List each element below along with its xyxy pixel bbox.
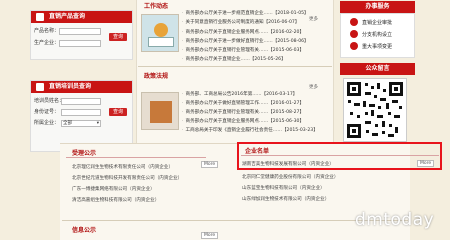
policy-item[interactable]: 商务部办公厅关于直销企业服务网点……【2015-06-30】 (182, 118, 304, 124)
approval-icon (350, 18, 358, 26)
company-underline (241, 155, 439, 156)
news-section-title: 工作动态 (144, 3, 169, 10)
policy-section-title: 政策法规 (144, 73, 169, 80)
change-icon (350, 42, 358, 50)
product-query-header: 直销产品查询 (31, 11, 132, 23)
service-header: 办事服务 (340, 1, 415, 13)
trainer-label: 培训员姓名： (34, 98, 65, 104)
info-more-button[interactable]: More (201, 232, 219, 239)
product-name-input[interactable] (59, 28, 101, 35)
left-sidebar: 直销产品查询 产品名称： 生产企业： 查询 直销培训员查询 培训员姓名： 身份证… (0, 0, 135, 152)
person-icon (36, 83, 44, 91)
policy-item[interactable]: 商务部、工商总局公告2016年第……【2016-03-17】 (182, 91, 297, 97)
company-label: 所属企业： (34, 120, 60, 126)
company-item[interactable]: 湖南吉美生物科技发展有限公司（内资企业） (242, 161, 334, 167)
policy-item[interactable]: 工商总局关于印发《直销企业履行社会责任……【2015-03-23】 (182, 127, 317, 133)
news-item[interactable]: 商务部办公厅关于直销行业管理有关……【2015-06-03】 (182, 47, 304, 53)
staff-query-title: 直销培训员查询 (49, 83, 92, 90)
company-select[interactable]: 全部 ▾ (61, 120, 101, 127)
books-icon (150, 101, 172, 123)
staff-query-header: 直销培训员查询 (31, 81, 132, 93)
accept-item[interactable]: 清洁高嘉组生物科技有限公司（内资企业） (72, 197, 159, 203)
service-item-approval[interactable]: 直销企业审批 (362, 19, 392, 26)
product-query-button[interactable]: 查询 (109, 33, 127, 41)
manufacturer-label: 生产企业： (34, 40, 60, 46)
news-item[interactable]: 关于同意直销行业服务公司制度的通知【2016-06-07】 (182, 19, 299, 25)
news-item[interactable]: 商务部办公厅关于直销企业服务网点……【2016-02-20】 (182, 29, 304, 35)
watermark: dmtoday (355, 210, 435, 230)
center-divider (138, 66, 332, 67)
policy-item[interactable]: 商务部办公厅关于做好直销管理工作……【2016-01-27】 (182, 100, 304, 106)
board-icon (148, 37, 174, 47)
company-item[interactable]: 山东绿加润生物技术有限公司（内资企业） (242, 196, 329, 202)
accept-item[interactable]: 北京世纪元道生物科技开发有限责任公司（内资企业） (72, 175, 182, 181)
chevron-down-icon: ▾ (96, 121, 99, 126)
accept-more-button[interactable]: More (201, 161, 219, 168)
id-input[interactable] (61, 109, 101, 116)
staff-query-button[interactable]: 查询 (109, 108, 127, 116)
product-name-label: 产品名称： (34, 28, 60, 34)
search-icon (36, 13, 44, 21)
service-item-branch[interactable]: 分支机构设立 (362, 31, 392, 38)
manufacturer-input[interactable] (59, 40, 101, 47)
news-item[interactable]: 商务部办公厅关于直销企业……【2015-05-26】 (182, 56, 285, 62)
accept-item[interactable]: 北京理亿润生生物技术有限责任公司（内资企业） (72, 164, 173, 170)
presenter-icon (154, 23, 168, 37)
news-thumbnail[interactable] (141, 14, 179, 52)
trainer-input[interactable] (61, 98, 101, 105)
news-item[interactable]: 商务部办公厅关于进一步做好直销行业……【2015-08-06】 (182, 38, 308, 44)
product-query-title: 直销产品查询 (49, 13, 86, 20)
branch-icon (350, 30, 358, 38)
product-query-panel: 直销产品查询 产品名称： 生产企业： 查询 (30, 10, 133, 60)
company-select-value: 全部 (63, 121, 72, 126)
info-section-title: 信息公示 (72, 227, 97, 234)
company-more-button[interactable]: More (417, 160, 435, 167)
policy-more-link[interactable]: 更多 (309, 84, 318, 90)
company-item[interactable]: 北京同仁堂健康药业股份有限公司（内资企业） (242, 174, 338, 180)
company-item[interactable]: 山东蓝宝生物科技有限公司（内资企业） (242, 185, 325, 191)
staff-query-panel: 直销培训员查询 培训员姓名： 身份证号： 所属企业： 全部 ▾ 查询 (30, 80, 133, 152)
accept-section-title: 受理公示 (72, 150, 97, 157)
wechat-header: 公众留言 (340, 63, 415, 75)
qr-code[interactable] (343, 78, 407, 142)
id-label: 身份证号： (34, 109, 60, 115)
news-item[interactable]: 商务部办公厅关于进一步规范直销企业……【2018-01-05】 (182, 10, 308, 16)
accept-item[interactable]: 广东一博捷集网络有限公司（内资企业） (72, 186, 155, 192)
accept-underline (66, 157, 206, 158)
service-item-change[interactable]: 重大事项变更 (362, 43, 392, 50)
policy-item[interactable]: 商务部办公厅关于直销行业管理有关……【2015-08-27】 (182, 109, 304, 115)
news-more-link[interactable]: 更多 (309, 16, 318, 22)
policy-thumbnail[interactable] (141, 92, 179, 130)
